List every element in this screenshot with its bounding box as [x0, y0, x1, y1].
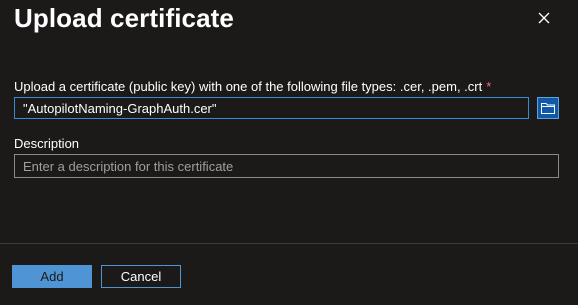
panel-title: Upload certificate [14, 3, 234, 33]
browse-file-button[interactable] [537, 97, 559, 119]
footer-divider [0, 243, 578, 244]
folder-icon [541, 103, 555, 114]
upload-label-text: Upload a certificate (public key) with o… [14, 79, 483, 94]
upload-field-label: Upload a certificate (public key) with o… [14, 79, 491, 95]
upload-certificate-panel: Upload certificate Upload a certificate … [0, 0, 578, 305]
description-label: Description [14, 136, 80, 151]
close-icon [538, 12, 550, 24]
cancel-button[interactable]: Cancel [101, 265, 181, 288]
certificate-file-input[interactable] [14, 97, 529, 119]
add-button[interactable]: Add [12, 265, 92, 288]
required-marker: * [486, 79, 492, 94]
description-input[interactable] [14, 154, 559, 178]
close-button[interactable] [534, 8, 554, 28]
